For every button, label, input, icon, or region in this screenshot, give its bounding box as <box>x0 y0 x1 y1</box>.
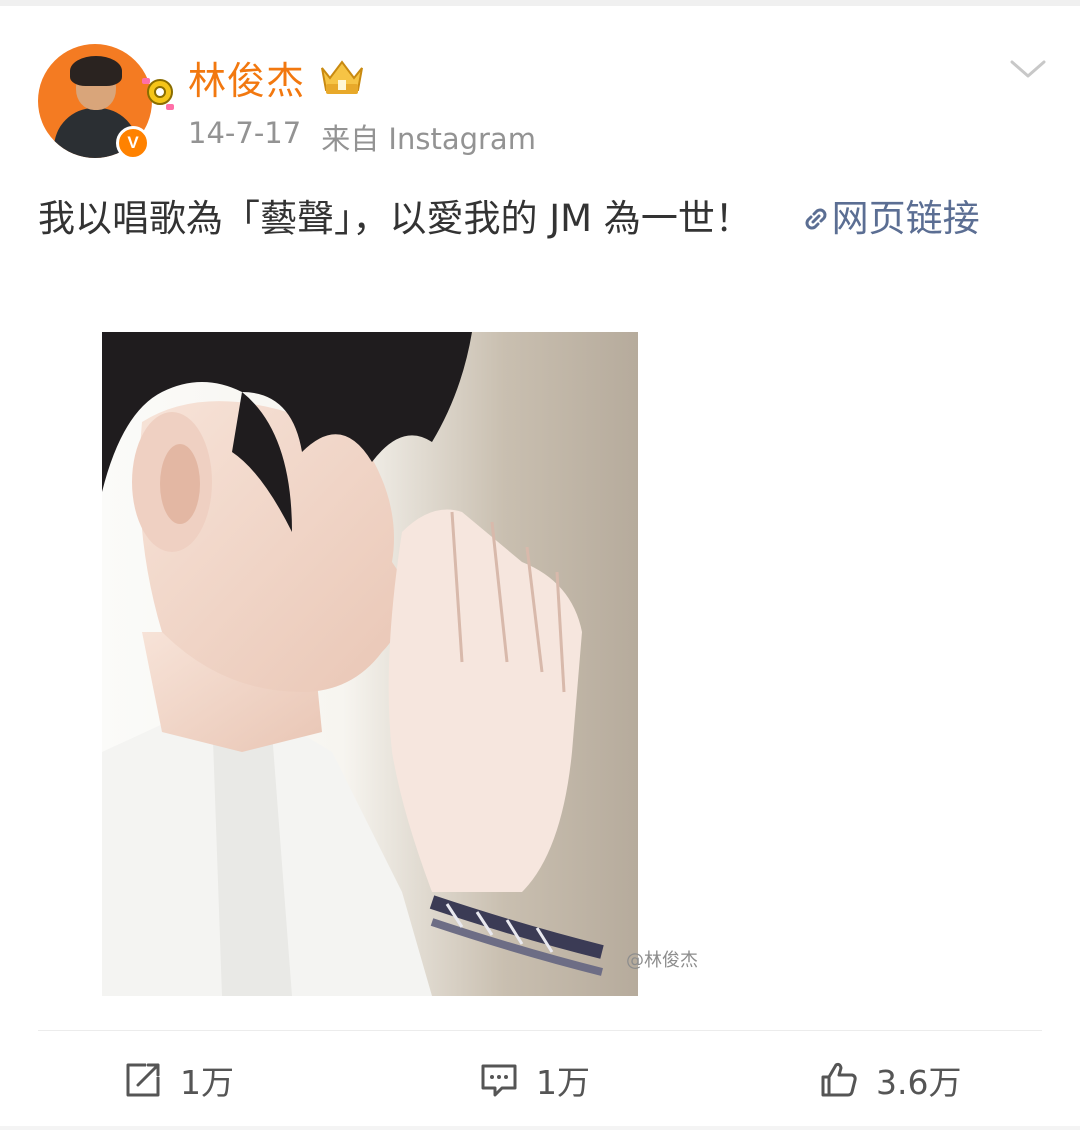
post-text: 我以唱歌為「藝聲」，以愛我的 JM 為一世！ 网页链接 <box>38 188 1038 250</box>
weibo-post-card: V 林俊杰 14-7-17 来自 Instagram 我以唱歌為「藝聲」，以愛我… <box>0 0 1080 1130</box>
comment-button[interactable]: 1万 <box>478 1050 590 1110</box>
web-link-label: 网页链接 <box>831 197 980 240</box>
post-meta: 14-7-17 来自 Instagram <box>188 116 536 158</box>
toolbar-divider <box>38 1030 1042 1031</box>
like-button[interactable]: 3.6万 <box>818 1050 961 1110</box>
post-body: 我以唱歌為「藝聲」，以愛我的 JM 為一世！ <box>38 197 752 240</box>
repost-icon <box>126 1063 160 1097</box>
post-date: 14-7-17 <box>188 116 302 150</box>
post-source: 来自 Instagram <box>321 122 536 156</box>
photo-illustration <box>102 332 604 996</box>
web-link[interactable]: 网页链接 <box>800 197 980 240</box>
repost-count: 1万 <box>180 1063 234 1102</box>
link-icon <box>805 208 827 230</box>
repost-button[interactable]: 1万 <box>122 1050 234 1110</box>
verified-badge-icon: V <box>116 126 150 160</box>
like-count: 3.6万 <box>876 1063 962 1102</box>
username[interactable]: 林俊杰 <box>188 50 305 105</box>
avatar-pendant-icon <box>142 78 174 110</box>
avatar[interactable]: V <box>38 44 174 160</box>
bottom-divider <box>0 1126 1080 1130</box>
action-toolbar: 1万 1万 3.6万 <box>0 1050 1080 1110</box>
comment-count: 1万 <box>536 1063 590 1102</box>
image-watermark: @林俊杰 <box>626 950 698 971</box>
comment-icon <box>481 1064 517 1097</box>
vip-crown-icon <box>321 60 363 94</box>
post-photo[interactable] <box>102 332 638 996</box>
chevron-down-icon[interactable] <box>1008 56 1048 82</box>
top-divider <box>0 0 1080 6</box>
thumbs-up-icon <box>821 1062 857 1097</box>
